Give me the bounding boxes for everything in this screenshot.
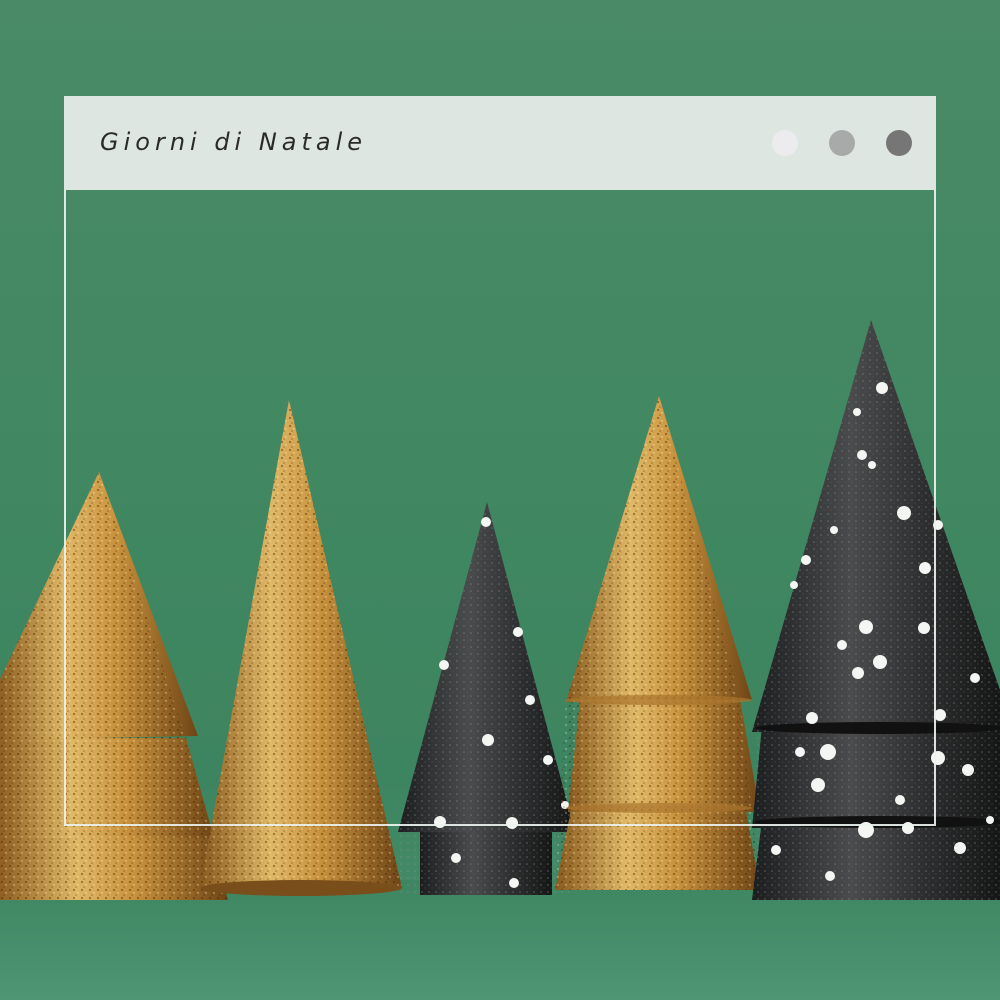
- gold-tree-cone: [200, 400, 402, 896]
- dark-dot[interactable]: [886, 130, 912, 156]
- gold-tree-tiered-left: [0, 472, 228, 900]
- gold-tree-tiered-middle: [555, 396, 760, 890]
- window-title: Giorni di Natale: [100, 128, 368, 156]
- black-tree-small: [398, 502, 575, 895]
- window-title-bar: Giorni di Natale: [64, 96, 936, 190]
- photo-canvas: Giorni di Natale: [0, 0, 1000, 1000]
- black-tree-large: [752, 320, 1000, 900]
- light-dot[interactable]: [772, 130, 798, 156]
- medium-dot[interactable]: [829, 130, 855, 156]
